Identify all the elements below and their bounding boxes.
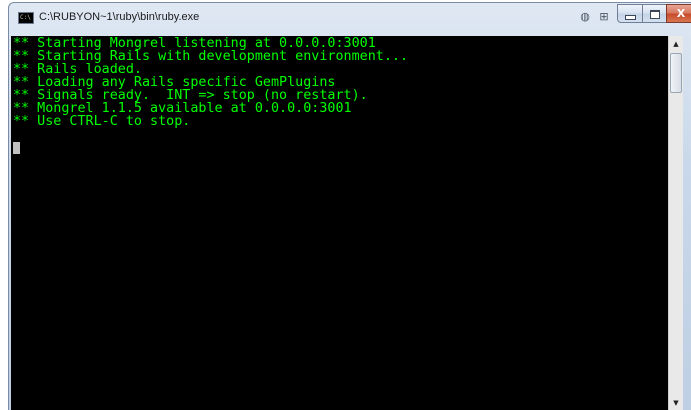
close-icon: X bbox=[676, 7, 686, 20]
close-button[interactable]: X bbox=[666, 4, 691, 23]
console-output-area[interactable]: ** Starting Mongrel listening at 0.0.0.0… bbox=[11, 36, 668, 410]
console-line: ** Use CTRL-C to stop. bbox=[13, 114, 191, 129]
minimize-button[interactable] bbox=[617, 4, 643, 23]
scrollbar-thumb[interactable] bbox=[670, 53, 682, 93]
console-app-icon[interactable]: C:\ bbox=[18, 12, 34, 24]
scroll-up-arrow-icon[interactable]: ▲ bbox=[669, 37, 683, 51]
pin-icon[interactable]: ◍ bbox=[578, 10, 592, 24]
window-title: C:\RUBYON~1\ruby\bin\ruby.exe bbox=[39, 11, 200, 23]
console-lines: ** Starting Mongrel listening at 0.0.0.0… bbox=[13, 37, 408, 128]
maximize-icon bbox=[649, 9, 660, 19]
text-cursor bbox=[13, 142, 20, 154]
title-bar[interactable]: C:\ C:\RUBYON~1\ruby\bin\ruby.exe ◍ ⊞ X bbox=[9, 3, 691, 33]
vertical-scrollbar[interactable]: ▲ ▼ bbox=[668, 36, 683, 410]
scroll-down-arrow-icon[interactable]: ▼ bbox=[669, 396, 683, 410]
minimize-icon bbox=[624, 14, 636, 20]
layout-icon[interactable]: ⊞ bbox=[597, 10, 611, 24]
maximize-button[interactable] bbox=[642, 4, 667, 23]
